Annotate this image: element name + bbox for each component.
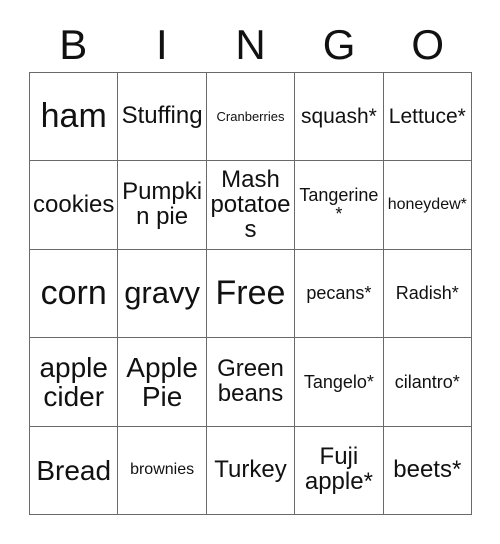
bingo-cell-label: corn <box>40 273 107 312</box>
header-letter-o: O <box>411 21 444 68</box>
bingo-cell-label: squash* <box>300 104 377 128</box>
bingo-cell-label: cilantro* <box>394 371 460 392</box>
bingo-cell-o2[interactable]: honeydew* <box>383 161 472 250</box>
bingo-cell-label: pecans* <box>306 283 372 304</box>
bingo-cell-n5[interactable]: Turkey <box>206 426 296 515</box>
bingo-cell-b4[interactable]: apple cider <box>30 338 119 427</box>
bingo-grid: ham Stuffing Cranberries squash* Lettuce… <box>29 72 472 515</box>
bingo-cell-i5[interactable]: brownies <box>118 426 207 515</box>
bingo-cell-g3[interactable]: pecans* <box>295 249 384 339</box>
bingo-cell-label: brownies <box>130 460 195 478</box>
bingo-cell-label: beets* <box>393 455 462 483</box>
header-letter-n: N <box>235 21 266 68</box>
bingo-cell-label: apple cider <box>39 351 108 412</box>
bingo-cell-g2[interactable]: Tangerine* <box>295 161 384 250</box>
bingo-cell-n1[interactable]: Cranberries <box>206 73 296 162</box>
bingo-cell-label: Fuji apple* <box>304 443 373 496</box>
bingo-cell-i3[interactable]: gravy <box>118 249 207 339</box>
bingo-cell-label: Tangelo* <box>303 371 374 392</box>
bingo-cell-g4[interactable]: Tangelo* <box>295 338 384 427</box>
bingo-cell-label: Radish* <box>395 283 459 304</box>
bingo-cell-label: Tangerine* <box>299 185 379 225</box>
bingo-cell-label: Cranberries <box>216 108 285 124</box>
bingo-cell-b2[interactable]: cookies <box>30 161 119 250</box>
bingo-cell-i1[interactable]: Stuffing <box>118 73 207 162</box>
bingo-cell-label: Mash potatoes <box>210 165 291 243</box>
bingo-cell-o5[interactable]: beets* <box>383 426 472 515</box>
bingo-cell-b1[interactable]: ham <box>30 73 119 162</box>
bingo-cell-label: Turkey <box>214 455 287 483</box>
bingo-cell-label: gravy <box>124 275 200 311</box>
bingo-cell-g1[interactable]: squash* <box>295 73 384 162</box>
bingo-cell-label: Apple Pie <box>126 351 198 412</box>
bingo-cell-o1[interactable]: Lettuce* <box>383 73 472 162</box>
bingo-cell-label: Bread <box>36 454 112 486</box>
bingo-cell-label: ham <box>40 97 107 136</box>
bingo-cell-label: Lettuce* <box>388 104 466 128</box>
bingo-cell-g5[interactable]: Fuji apple* <box>295 426 384 515</box>
bingo-cell-label: honeydew* <box>387 195 467 213</box>
bingo-cell-free-space[interactable]: Free <box>206 249 296 339</box>
bingo-cell-b5[interactable]: Bread <box>30 426 119 515</box>
bingo-cell-label: Pumpkin pie <box>122 178 203 231</box>
bingo-cell-n4[interactable]: Green beans <box>206 338 296 427</box>
bingo-cell-o3[interactable]: Radish* <box>383 249 472 339</box>
header-letter-i: I <box>156 21 168 68</box>
bingo-cell-label: Free <box>215 273 286 312</box>
bingo-header-row: B I N G O <box>29 18 472 72</box>
bingo-cell-i2[interactable]: Pumpkin pie <box>118 161 207 250</box>
bingo-card: B I N G O ham Stuffing Cranberries squas… <box>0 0 500 544</box>
bingo-cell-label: Stuffing <box>121 102 203 130</box>
bingo-cell-i4[interactable]: Apple Pie <box>118 338 207 427</box>
header-letter-b: B <box>59 21 88 68</box>
bingo-cell-label: Green beans <box>217 354 284 407</box>
header-letter-g: G <box>322 21 356 68</box>
bingo-cell-b3[interactable]: corn <box>30 249 119 339</box>
bingo-cell-label: cookies <box>33 190 115 218</box>
bingo-cell-n2[interactable]: Mash potatoes <box>206 161 296 250</box>
bingo-cell-o4[interactable]: cilantro* <box>383 338 472 427</box>
